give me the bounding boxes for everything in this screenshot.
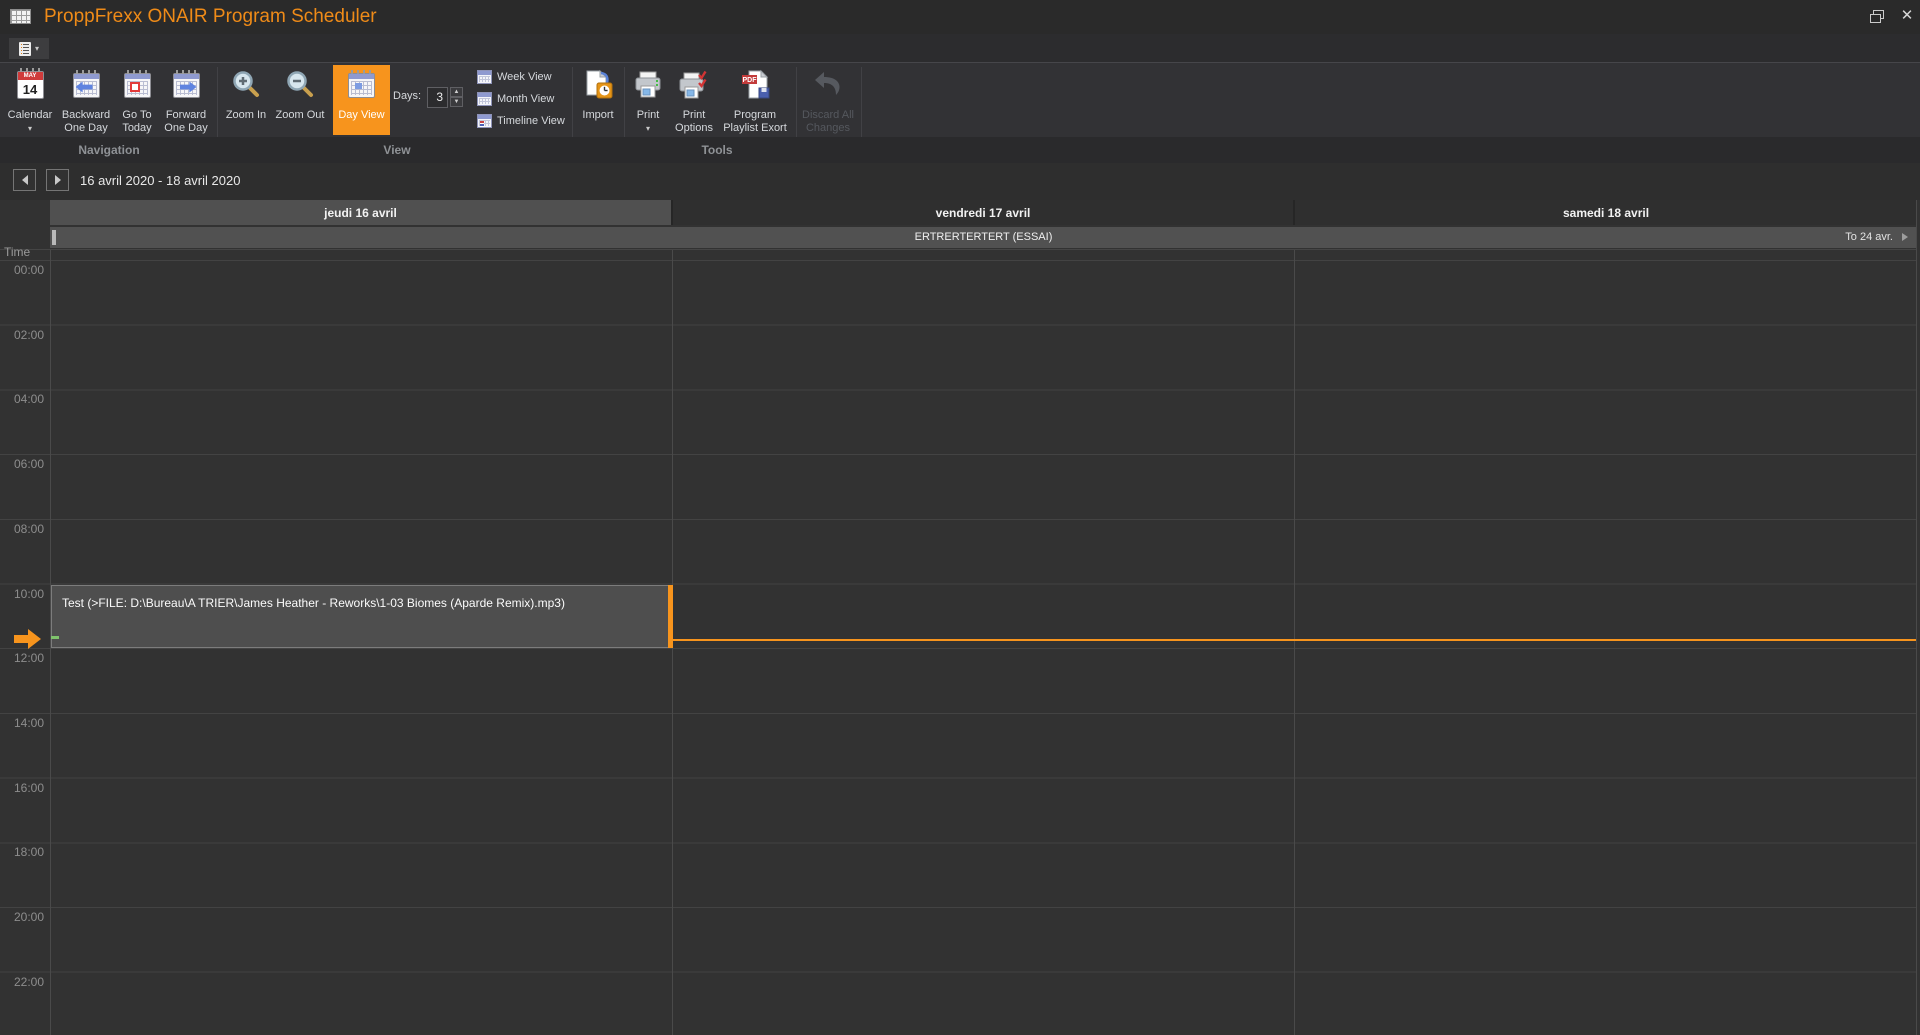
window-title: ProppFrexx ONAIR Program Scheduler (44, 6, 377, 28)
column-border-2 (1294, 250, 1295, 1035)
printer-options-icon (670, 67, 718, 103)
program-playlist-export-button[interactable]: PDF ProgramPlaylist Exort (718, 65, 792, 135)
date-range-label: 16 avril 2020 - 18 avril 2020 (80, 173, 240, 188)
calendar-month-icon (477, 92, 492, 106)
calendar-today-icon (116, 67, 158, 103)
week-view-button[interactable]: Week View (477, 67, 577, 86)
days-spinner-down[interactable]: ▼ (450, 97, 463, 107)
days-spinner-up[interactable]: ▲ (450, 87, 463, 97)
go-to-today-button[interactable]: Go ToToday (116, 65, 158, 135)
import-button[interactable]: Import (574, 65, 622, 135)
title-bar: ProppFrexx ONAIR Program Scheduler ✕ (0, 0, 1920, 34)
current-time-line (673, 639, 1916, 641)
scheduled-event[interactable]: Test (>FILE: D:\Bureau\A TRIER\James Hea… (51, 585, 669, 648)
next-range-button[interactable] (46, 169, 69, 191)
day-view-button[interactable]: Day View (333, 65, 390, 135)
date-navigation-bar: 16 avril 2020 - 18 avril 2020 (0, 163, 1920, 200)
arrow-right-icon (55, 175, 61, 185)
chevron-down-icon: ▾ (35, 45, 39, 53)
main-menu-button[interactable]: ▾ (9, 38, 49, 59)
print-button[interactable]: Print ▾ (628, 65, 668, 135)
timeline-view-button[interactable]: Timeline View (477, 111, 577, 130)
group-label-view: View (322, 143, 472, 157)
arrow-left-icon (22, 175, 28, 185)
time-column-header: Time (4, 245, 30, 259)
calendar-day-view-icon (333, 67, 390, 103)
svg-text:PDF: PDF (743, 77, 758, 84)
zoom-out-icon (272, 67, 328, 103)
previous-range-button[interactable] (13, 169, 36, 191)
calendar-forward-icon (160, 67, 212, 103)
group-label-tools: Tools (642, 143, 792, 157)
close-window-icon[interactable]: ✕ (1897, 5, 1917, 27)
ribbon-group-labels: Navigation View Tools (0, 137, 1920, 164)
all-day-event-continuation: To 24 avr. (1845, 227, 1893, 248)
zoom-in-button[interactable]: Zoom In (222, 65, 270, 135)
current-time-arrow-icon (14, 628, 42, 650)
import-icon (574, 67, 622, 103)
day-header-vendredi[interactable]: vendredi 17 avril (673, 200, 1293, 225)
day-header-samedi[interactable]: samedi 18 avril (1295, 200, 1917, 225)
chevron-down-icon: ▾ (28, 124, 32, 133)
calendar-button[interactable]: MAY 14 Calendar ▾ (4, 65, 56, 135)
discard-all-changes-button: Discard AllChanges (798, 65, 858, 135)
current-time-tick (51, 636, 59, 639)
app-window: ProppFrexx ONAIR Program Scheduler ✕ ▾ M… (0, 0, 1920, 1035)
all-day-event[interactable]: ERTRERTERTERT (ESSAI) To 24 avr. (50, 227, 1917, 248)
days-spinner-value[interactable]: 3 (427, 87, 448, 108)
all-day-separator (0, 249, 1917, 250)
continues-right-arrow-icon (1902, 233, 1908, 241)
menu-strip: ▾ (0, 34, 1920, 62)
zoom-in-icon (222, 67, 270, 103)
app-icon (10, 9, 31, 24)
backward-one-day-button[interactable]: BackwardOne Day (58, 65, 114, 135)
printer-icon (628, 67, 668, 103)
calendar-back-icon (58, 67, 114, 103)
day-header-row: jeudi 16 avril vendredi 17 avril samedi … (50, 200, 1917, 225)
group-label-navigation: Navigation (34, 143, 184, 157)
forward-one-day-button[interactable]: ForwardOne Day (160, 65, 212, 135)
zoom-out-button[interactable]: Zoom Out (272, 65, 328, 135)
undo-icon (798, 67, 858, 103)
calendar-date-icon: MAY 14 (4, 67, 56, 103)
chevron-down-icon: ▾ (646, 124, 650, 133)
print-options-button[interactable]: PrintOptions (670, 65, 718, 135)
list-menu-icon (19, 42, 31, 56)
day-header-jeudi[interactable]: jeudi 16 avril (50, 200, 671, 225)
restore-window-icon[interactable] (1870, 10, 1885, 23)
grid-right-border (1916, 200, 1917, 1035)
month-view-button[interactable]: Month View (477, 89, 577, 108)
calendar-week-icon (477, 70, 492, 84)
timeline-view-icon (477, 114, 492, 128)
pdf-export-icon: PDF (718, 67, 792, 103)
all-day-event-title: ERTRERTERTERT (ESSAI) (50, 227, 1917, 248)
ribbon: MAY 14 Calendar ▾ BackwardOne Day Go ToT… (0, 62, 1920, 163)
days-label: Days: (393, 90, 421, 102)
